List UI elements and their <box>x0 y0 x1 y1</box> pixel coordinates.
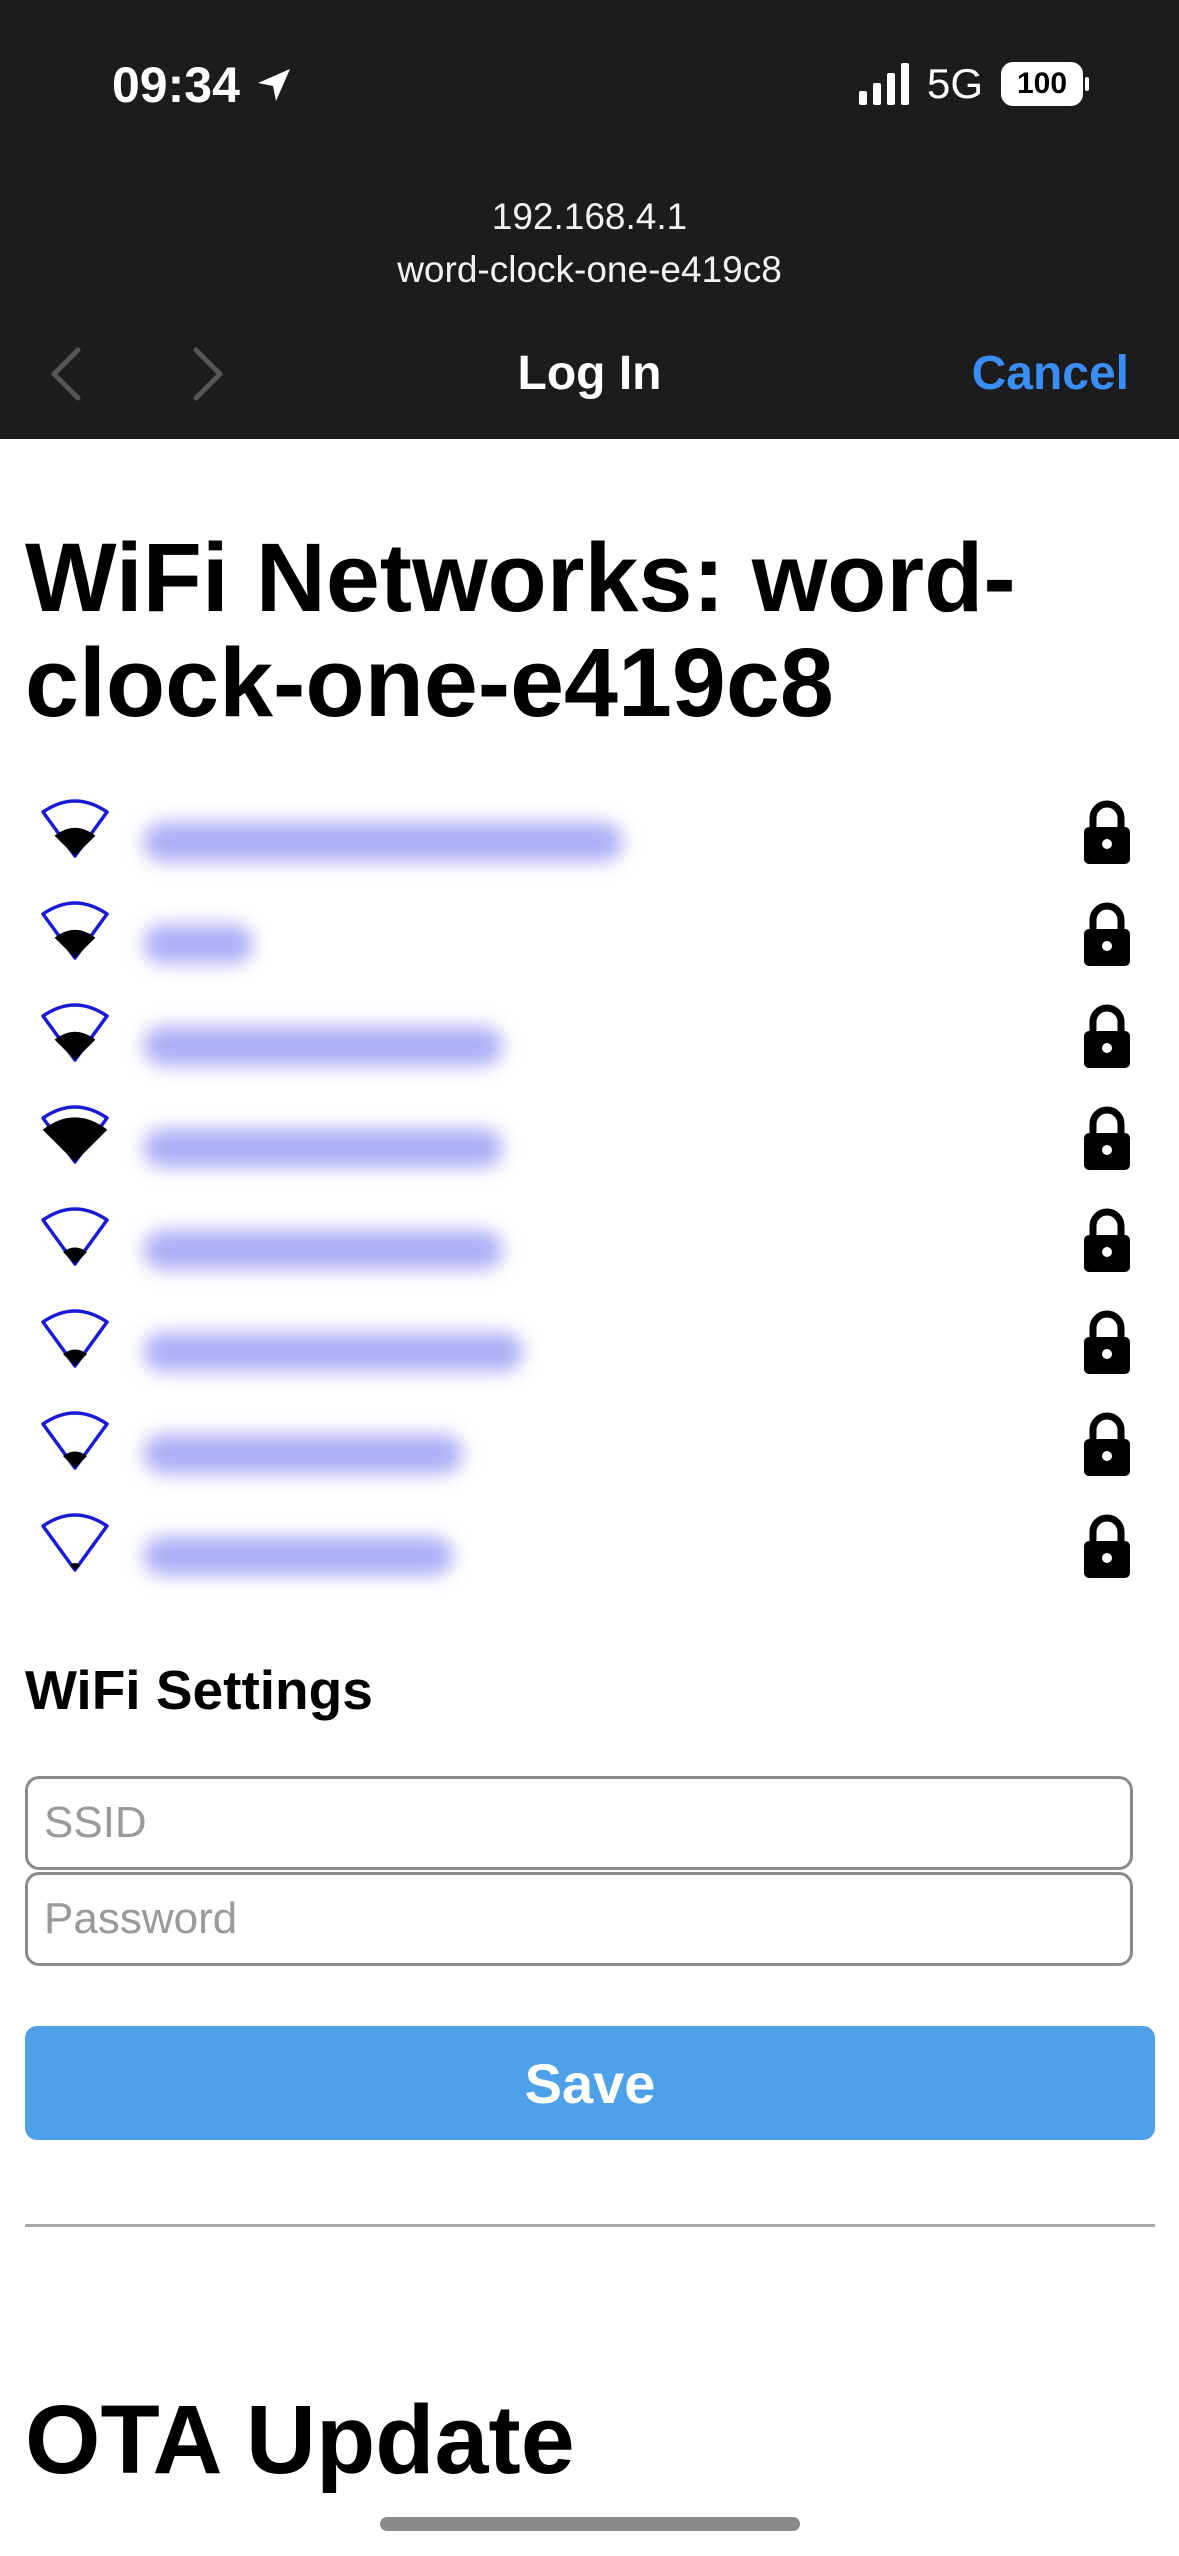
cancel-button[interactable]: Cancel <box>972 346 1129 401</box>
wifi-settings-heading: WiFi Settings <box>25 1659 373 1721</box>
url-host: 192.168.4.1 <box>491 196 688 237</box>
ssid-input[interactable] <box>25 1776 1133 1870</box>
wifi-signal-icon <box>41 901 109 960</box>
network-ssid[interactable]: ███████████ <box>143 1128 503 1168</box>
url-display: 192.168.4.1 word-clock-one-e419c8 <box>0 190 1179 296</box>
network-row[interactable]: ████ <box>25 892 1154 994</box>
network-row[interactable]: ███████████ <box>25 1198 1154 1300</box>
status-time: 09:34 <box>112 56 294 114</box>
save-button[interactable]: Save <box>25 2026 1155 2140</box>
network-ssid[interactable]: ██████████ <box>143 1434 463 1474</box>
battery-level: 100 <box>1016 67 1068 100</box>
page-title: WiFi Networks: word-clock-one-e419c8 <box>25 523 1016 737</box>
cellular-signal-icon <box>858 63 909 105</box>
lock-icon <box>1084 1106 1130 1170</box>
network-ssid[interactable]: ███████████ <box>143 1230 503 1270</box>
network-ssid[interactable]: ███████████ <box>143 1026 503 1066</box>
lock-icon <box>1084 1208 1130 1272</box>
wifi-signal-icon <box>41 799 109 858</box>
network-ssid[interactable]: ████ <box>143 924 253 964</box>
divider <box>25 2224 1155 2227</box>
browser-chrome: 09:34 5G 100 192.168.4.1 word-clock-one-… <box>0 0 1179 439</box>
page-content: WiFi Networks: word-clock-one-e419c8 ███… <box>25 523 1155 2494</box>
lock-icon <box>1084 902 1130 966</box>
lock-icon <box>1084 800 1130 864</box>
url-subtitle: word-clock-one-e419c8 <box>397 249 782 290</box>
password-input[interactable] <box>25 1872 1133 1966</box>
wifi-signal-icon <box>41 1309 109 1368</box>
lock-icon <box>1084 1004 1130 1068</box>
home-indicator[interactable] <box>380 2517 800 2531</box>
network-ssid[interactable]: ████████████ <box>143 1332 523 1372</box>
network-type: 5G <box>926 60 983 107</box>
network-row[interactable]: ███████████ <box>25 994 1154 1096</box>
network-row[interactable]: ████████████ <box>25 1300 1154 1402</box>
battery-icon: 100 <box>1001 62 1089 106</box>
lock-icon <box>1084 1412 1130 1476</box>
location-arrow-icon <box>257 69 290 101</box>
network-list: ████████████████████████████████████████… <box>25 790 1154 1606</box>
network-row[interactable]: ███████████ <box>25 1096 1154 1198</box>
lock-icon <box>1084 1310 1130 1374</box>
status-indicators: 5G 100 <box>858 60 1089 108</box>
wifi-signal-icon <box>41 1411 109 1470</box>
network-row[interactable]: ████████████████ <box>25 790 1154 892</box>
wifi-signal-icon <box>41 1513 109 1572</box>
network-row[interactable]: ██████████ <box>25 1402 1154 1504</box>
wifi-signal-icon <box>41 1105 109 1164</box>
nav-bar: Log In Cancel <box>0 338 1179 410</box>
lock-icon <box>1084 1514 1130 1578</box>
wifi-signal-icon <box>41 1003 109 1062</box>
ota-update-heading: OTA Update <box>25 2385 575 2494</box>
network-row[interactable]: ██████████ <box>25 1504 1154 1606</box>
status-time-label: 09:34 <box>112 57 240 113</box>
network-ssid[interactable]: ████████████████ <box>143 822 623 862</box>
network-ssid[interactable]: ██████████ <box>143 1536 453 1576</box>
wifi-signal-icon <box>41 1207 109 1266</box>
